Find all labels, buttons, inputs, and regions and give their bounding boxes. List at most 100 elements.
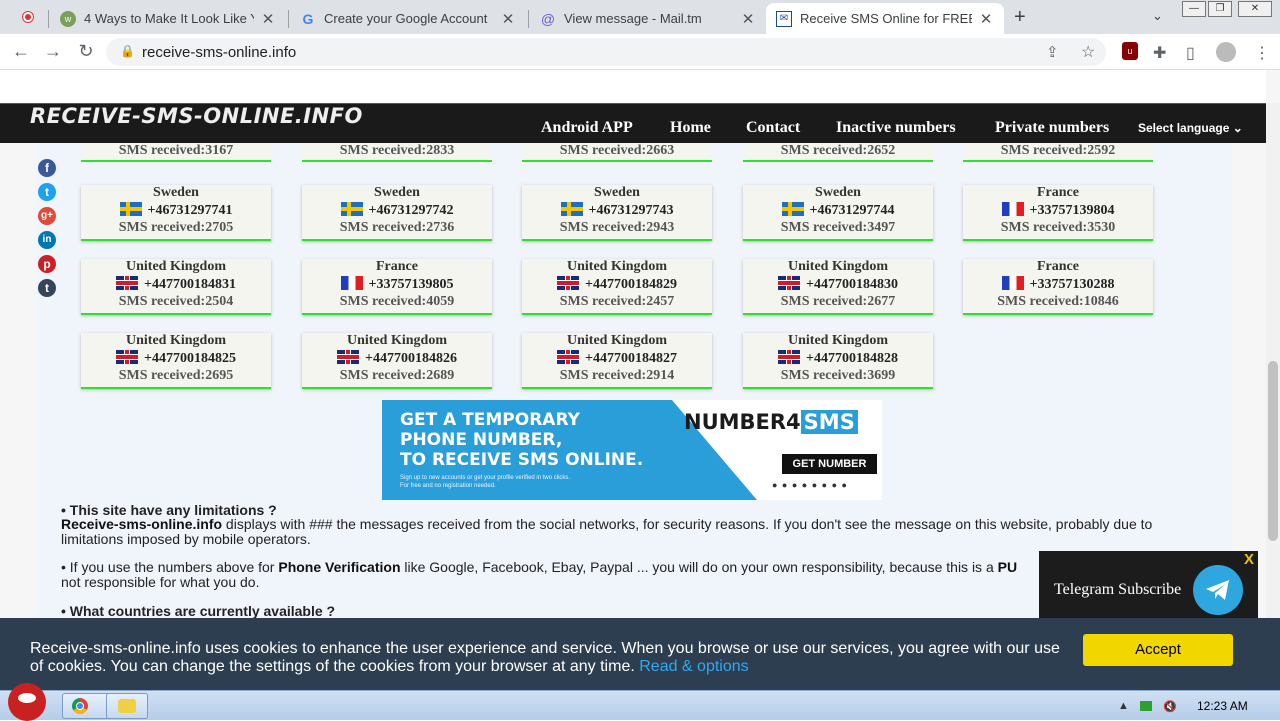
phone-number-text: +46731297744 xyxy=(809,203,895,218)
language-select[interactable]: Select language ⌄ xyxy=(1138,121,1243,135)
number-card[interactable]: Sweden +46731297743 SMS received:2943 xyxy=(522,185,712,241)
minimize-icon[interactable]: — xyxy=(1182,1,1206,17)
number-card[interactable]: France +33757139804 SMS received:3530 xyxy=(963,185,1153,241)
number-card[interactable]: United Kingdom +447700184827 SMS received:… xyxy=(522,333,712,389)
number-card-partial[interactable]: SMS received:2833 xyxy=(302,143,492,162)
url-bar[interactable]: 🔒 receive-sms-online.info ⇪ ☆ xyxy=(106,38,1106,66)
volume-muted-icon[interactable]: 🔇 xyxy=(1163,700,1177,713)
flag-uk-icon xyxy=(116,276,138,290)
card-phone-number: +46731297742 xyxy=(302,202,492,219)
nav-android-app[interactable]: Android APP xyxy=(541,119,633,137)
number-card[interactable]: United Kingdom +447700184831 SMS received:… xyxy=(81,259,271,315)
number-card[interactable]: Sweden +46731297741 SMS received:2705 xyxy=(81,185,271,241)
number-card[interactable]: Sweden +46731297744 SMS received:3497 xyxy=(743,185,933,241)
number-card-partial[interactable]: SMS received:2652 xyxy=(743,143,933,162)
nav-inactive-numbers[interactable]: Inactive numbers xyxy=(836,119,956,137)
restore-icon[interactable]: ❐ xyxy=(1208,1,1232,17)
start-button-bird-icon[interactable] xyxy=(8,683,46,721)
banner-small-line: For free and no registration needed. xyxy=(400,483,496,489)
phone-number-text: +447700184828 xyxy=(806,351,898,366)
answer-bold: PU xyxy=(997,559,1018,575)
google-plus-icon[interactable]: g+ xyxy=(38,207,56,225)
close-tab-icon[interactable]: ✕ xyxy=(260,10,276,28)
number-card[interactable]: Sweden +46731297742 SMS received:2736 xyxy=(302,185,492,241)
banner-subtext: Sign up to new accounts or get your prof… xyxy=(400,474,650,490)
nav-contact[interactable]: Contact xyxy=(746,119,800,137)
number-card[interactable]: United Kingdom +447700184826 SMS received:… xyxy=(302,333,492,389)
number-card-partial[interactable]: SMS received:2663 xyxy=(522,143,712,162)
profile-avatar-icon[interactable] xyxy=(1216,42,1236,62)
recording-indicator-icon xyxy=(22,11,34,23)
number-card[interactable]: France +33757139805 SMS received:4059 xyxy=(302,259,492,315)
reload-icon[interactable]: ↻ xyxy=(75,41,97,62)
back-arrow-icon[interactable]: ← xyxy=(10,41,32,62)
card-country: United Kingdom xyxy=(126,333,226,348)
card-sms-count: SMS received:3530 xyxy=(1000,220,1116,235)
faq-answer: • If you use the numbers above for Phone… xyxy=(61,560,1046,575)
tab-receive-sms[interactable]: ✉ Receive SMS Online for FREE - ✕ xyxy=(766,3,1004,34)
site-name-bold: Receive-sms-online.info xyxy=(61,516,223,532)
tab-separator xyxy=(528,10,529,28)
telegram-subscribe-popup[interactable]: X Telegram Subscribe xyxy=(1039,551,1258,619)
number-card-partial[interactable]: SMS received:3167 xyxy=(81,143,271,162)
banner-line: PHONE NUMBER, xyxy=(400,430,563,450)
faq-question: • What countries are currently available… xyxy=(61,603,336,619)
network-icon[interactable] xyxy=(1140,701,1152,711)
phone-number-text: +33757130288 xyxy=(1029,277,1115,292)
tab-title: View message - Mail.tm xyxy=(564,11,702,26)
number-card[interactable]: United Kingdom +447700184825 SMS received:… xyxy=(81,333,271,389)
extensions-puzzle-icon[interactable]: ✚ xyxy=(1153,43,1166,63)
scrollbar-thumb[interactable] xyxy=(1268,361,1278,541)
number-card[interactable]: France +33757130288 SMS received:10846 xyxy=(963,259,1153,315)
tumblr-icon[interactable]: t xyxy=(38,279,56,297)
tab-mailtm[interactable]: @ View message - Mail.tm ✕ xyxy=(530,3,766,34)
card-country: France xyxy=(1037,185,1079,200)
card-phone-number: +447700184827 xyxy=(522,350,712,367)
side-panel-icon[interactable]: ▯ xyxy=(1186,43,1195,63)
ublock-icon[interactable]: u xyxy=(1122,42,1138,60)
new-tab-icon[interactable]: + xyxy=(1014,6,1026,29)
number4sms-ad-banner[interactable]: GET A TEMPORARY PHONE NUMBER, TO RECEIVE… xyxy=(382,400,882,500)
menu-kebab-icon[interactable]: ⋮ xyxy=(1254,43,1270,63)
read-options-link[interactable]: Read & options xyxy=(639,658,748,675)
chevron-down-icon[interactable]: ⌄ xyxy=(1152,8,1163,24)
facebook-icon[interactable]: f xyxy=(38,159,56,177)
close-tab-icon[interactable]: ✕ xyxy=(500,10,516,28)
linkedin-icon[interactable]: in xyxy=(38,231,56,249)
phone-number-text: +447700184825 xyxy=(144,351,236,366)
close-icon[interactable]: X xyxy=(1244,551,1254,568)
card-country: Sweden xyxy=(815,185,861,200)
number-card-partial[interactable]: SMS received:2592 xyxy=(963,143,1153,162)
phone-number-text: +447700184831 xyxy=(144,277,236,292)
forward-arrow-icon[interactable]: → xyxy=(42,41,64,62)
twitter-icon[interactable]: t xyxy=(38,183,56,201)
windows-taskbar: ▲ 🔇 12:23 AM xyxy=(0,683,1280,721)
tab-wikihow[interactable]: w 4 Ways to Make It Look Like Yo ✕ xyxy=(50,3,286,34)
close-window-icon[interactable]: ✕ xyxy=(1238,1,1272,17)
nav-home[interactable]: Home xyxy=(670,119,711,137)
card-sms-count: SMS received:2695 xyxy=(118,368,234,383)
close-tab-icon[interactable]: ✕ xyxy=(740,10,756,28)
share-icon[interactable]: ⇪ xyxy=(1046,43,1059,61)
number-card[interactable]: United Kingdom +447700184830 SMS received:… xyxy=(743,259,933,315)
flag-uk-icon xyxy=(337,350,359,364)
site-logo[interactable]: RECEIVE-SMS-ONLINE.INFO xyxy=(30,104,363,128)
taskbar-app[interactable] xyxy=(106,693,148,719)
accept-button[interactable]: Accept xyxy=(1083,634,1233,666)
telegram-icon[interactable] xyxy=(1193,565,1243,615)
number-card[interactable]: United Kingdom +447700184829 SMS received:… xyxy=(522,259,712,315)
flag-uk-icon xyxy=(116,350,138,364)
pinterest-icon[interactable]: p xyxy=(38,255,56,273)
nav-private-numbers[interactable]: Private numbers xyxy=(995,119,1109,137)
close-tab-icon[interactable]: ✕ xyxy=(978,10,994,28)
language-select-label: Select language xyxy=(1138,121,1230,135)
faq-answer: Receive-sms-online.info displays with ##… xyxy=(61,517,1201,547)
clock[interactable]: 12:23 AM xyxy=(1197,699,1248,713)
get-number-button[interactable]: GET NUMBER xyxy=(782,454,877,474)
number-card[interactable]: United Kingdom +447700184828 SMS received:… xyxy=(743,333,933,389)
tray-expand-icon[interactable]: ▲ xyxy=(1118,700,1129,712)
phone-number-text: +46731297742 xyxy=(368,203,454,218)
tab-google-account[interactable]: G Create your Google Account ✕ xyxy=(290,3,526,34)
bookmark-star-icon[interactable]: ☆ xyxy=(1081,42,1095,62)
banner-small-line: Sign up to new accounts or get your prof… xyxy=(400,475,571,481)
